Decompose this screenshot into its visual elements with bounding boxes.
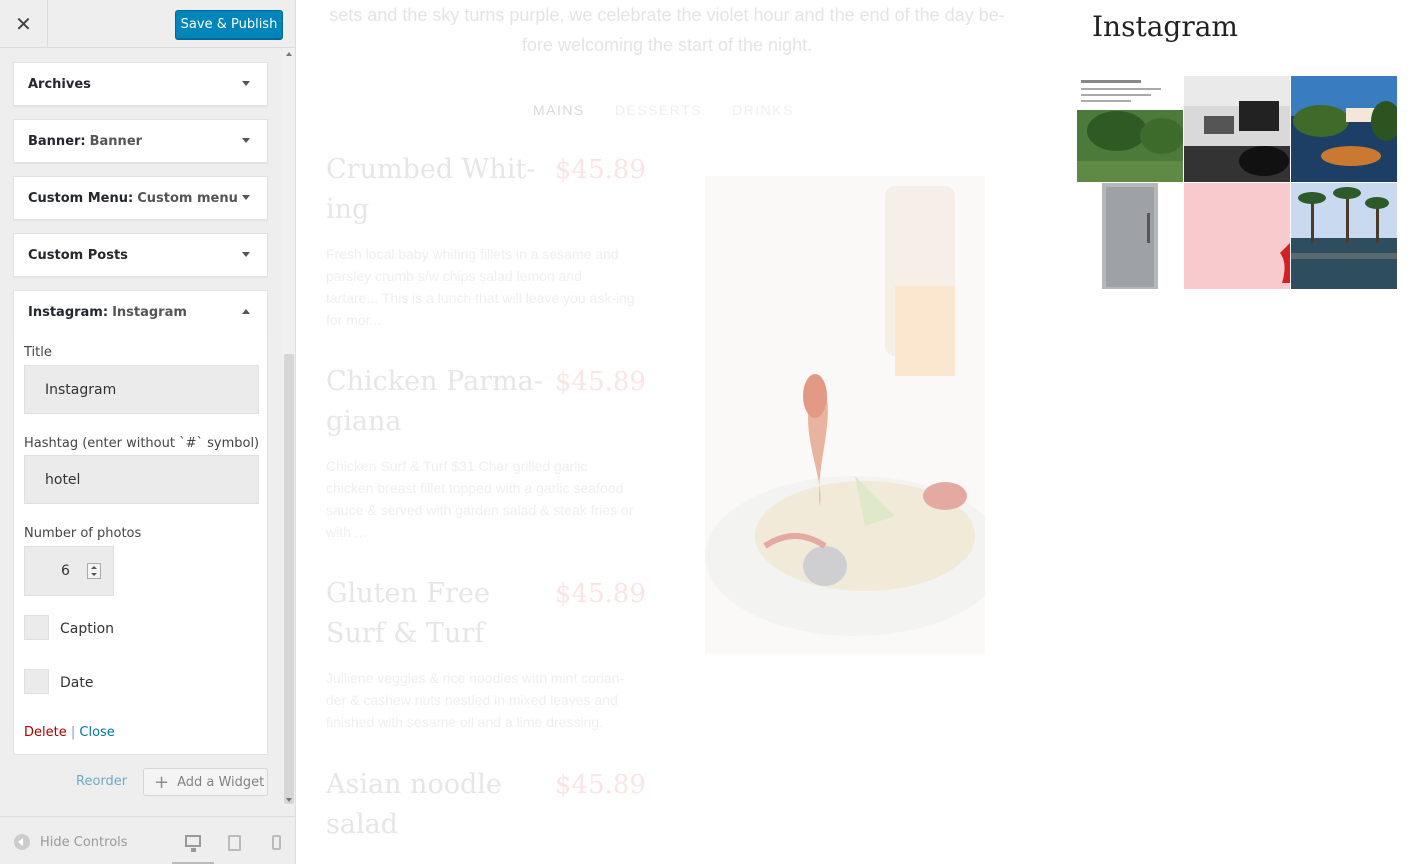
sidebar-footer: Hide Controls (0, 816, 295, 864)
expand-arrow-icon[interactable] (242, 138, 250, 143)
widget-instagram[interactable]: Instagram: Instagram (13, 290, 268, 334)
site-preview: sets and the sky turns purple, we celebr… (297, 0, 1419, 864)
close-link[interactable]: Close (79, 725, 114, 740)
title-input[interactable]: Instagram (24, 365, 259, 414)
reorder-link[interactable]: Reorder (76, 774, 127, 789)
widget-title-sub: Custom menu (137, 190, 238, 206)
instagram-photo[interactable] (1184, 183, 1290, 289)
widget-title[interactable]: Custom Posts (14, 234, 267, 276)
hide-controls-button[interactable]: Hide Controls (14, 834, 128, 850)
instagram-photo[interactable] (1077, 183, 1183, 289)
tab-mains[interactable]: MAINS (533, 102, 585, 118)
expand-arrow-icon[interactable] (242, 195, 250, 200)
widget-actions: Delete | Close (24, 725, 115, 740)
dish-price: $45.89 (555, 155, 646, 185)
customizer-screen: ✕ Save & Publish Archives Banner: Banner (0, 0, 1419, 864)
dish-description: Julliene veggies & rice noodles with min… (326, 670, 625, 730)
dish-name: Asian noodle salad (326, 769, 502, 840)
dish-price: $45.89 (555, 367, 646, 397)
instagram-photo[interactable] (1291, 76, 1397, 182)
tab-desserts[interactable]: DESSERTS (615, 102, 702, 118)
menu-tabs: MAINS DESSERTS DRINKS (533, 102, 794, 118)
widget-title[interactable]: Banner: Banner (14, 120, 267, 162)
expand-arrow-icon[interactable] (242, 81, 250, 86)
dish-name: Crumbed Whit-ing (326, 154, 536, 225)
widget-title-label: Archives (28, 76, 91, 92)
tablet-preview-icon[interactable] (228, 835, 241, 851)
hashtag-label: Hashtag (enter without `#` symbol) (24, 436, 260, 451)
scroll-down-icon[interactable] (286, 798, 292, 802)
widget-title[interactable]: Archives (14, 63, 267, 105)
mobile-preview-icon[interactable] (272, 835, 281, 850)
widget-title-label: Instagram: (28, 304, 109, 320)
photos-value: 6 (61, 563, 70, 579)
date-label: Date (60, 675, 94, 691)
collapse-icon (14, 834, 30, 850)
instagram-widget-form: Title Instagram Hashtag (enter without `… (13, 333, 268, 755)
dish-description: Fresh local baby whiting fillets in a se… (326, 246, 635, 328)
add-widget-label: Add a Widget (177, 774, 265, 790)
scroll-thumb[interactable] (284, 354, 294, 804)
hide-controls-label: Hide Controls (40, 834, 128, 850)
stepper-arrows-icon[interactable] (87, 563, 101, 579)
save-publish-button[interactable]: Save & Publish (175, 10, 283, 39)
instagram-photo[interactable] (1291, 183, 1397, 289)
scroll-up-icon[interactable] (286, 52, 292, 56)
delete-link[interactable]: Delete (24, 725, 67, 740)
dish-name: Gluten Free Surf & Turf (326, 578, 490, 649)
widget-banner[interactable]: Banner: Banner (13, 119, 268, 163)
instagram-photo[interactable] (1184, 76, 1290, 182)
instagram-photo-grid (1077, 76, 1397, 289)
sidebar-header: ✕ Save & Publish (0, 0, 295, 48)
widget-title-sub: Instagram (112, 304, 187, 320)
plus-icon: + (154, 771, 170, 793)
link-separator: | (70, 725, 76, 740)
dish-description: Chicken Surf & Turf $31 Char grilled gar… (326, 458, 634, 540)
add-widget-button[interactable]: + Add a Widget (143, 768, 268, 796)
close-icon[interactable]: ✕ (0, 0, 48, 48)
customizer-sidebar: ✕ Save & Publish Archives Banner: Banner (0, 0, 296, 864)
widget-title-label: Custom Posts (28, 247, 128, 263)
food-photo (705, 176, 985, 654)
dish-name: Chicken Parma-giana (326, 366, 543, 437)
expand-arrow-icon[interactable] (242, 252, 250, 257)
widget-title-label: Custom Menu: (28, 190, 134, 206)
date-checkbox[interactable] (24, 669, 49, 694)
instagram-widget-title: Instagram (1092, 10, 1238, 43)
dish-price: $45.89 (555, 770, 646, 800)
title-label: Title (24, 345, 52, 360)
intro-line: sets and the sky turns purple, we celebr… (329, 5, 1005, 25)
caption-checkbox[interactable] (24, 615, 49, 640)
widget-title-label: Banner: (28, 133, 86, 149)
intro-line: fore welcoming the start of the night. (521, 35, 813, 55)
widget-title[interactable]: Instagram: Instagram (14, 291, 267, 333)
photos-label: Number of photos (24, 526, 142, 541)
hashtag-input[interactable]: hotel (24, 455, 259, 504)
widget-title[interactable]: Custom Menu: Custom menu (14, 177, 267, 219)
desktop-preview-icon[interactable] (185, 835, 201, 852)
instagram-photo[interactable] (1077, 76, 1183, 182)
intro-text: sets and the sky turns purple, we celebr… (327, 0, 1007, 60)
widget-title-sub: Banner (89, 133, 143, 149)
sidebar-scrollbar[interactable] (282, 48, 295, 806)
widget-archives[interactable]: Archives (13, 62, 268, 106)
tab-drinks[interactable]: DRINKS (732, 102, 794, 118)
widget-custom-posts[interactable]: Custom Posts (13, 233, 268, 277)
caption-label: Caption (60, 621, 115, 637)
collapse-arrow-icon[interactable] (242, 309, 250, 314)
widget-custom-menu[interactable]: Custom Menu: Custom menu (13, 176, 268, 220)
dish-price: $45.89 (555, 579, 646, 609)
photos-stepper[interactable]: 6 (24, 546, 114, 596)
